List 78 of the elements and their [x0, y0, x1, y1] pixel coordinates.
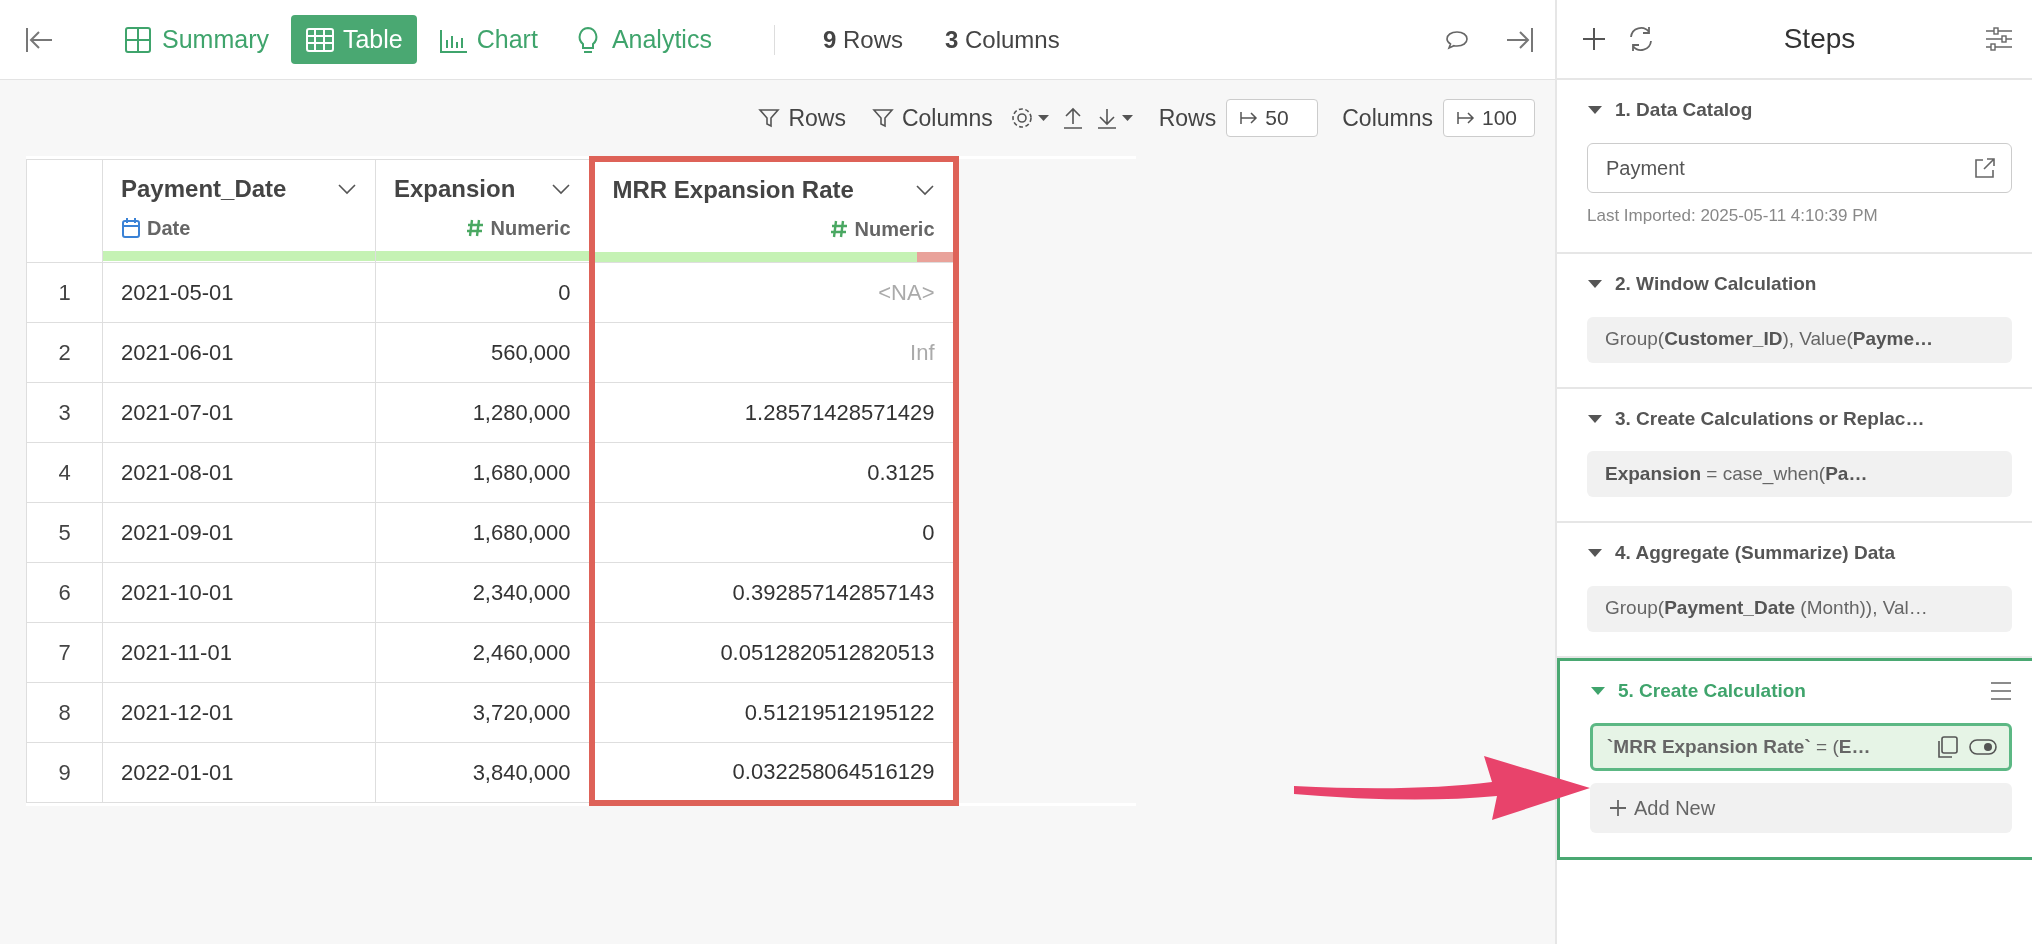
caret-icon[interactable]	[1587, 412, 1603, 425]
step-summary[interactable]: Group(Customer_ID), Value(Payme…	[1587, 316, 2012, 363]
import-note: Last Imported: 2025-05-11 4:10:39 PM	[1587, 204, 1879, 227]
calendar-icon	[121, 216, 141, 239]
filter-icon	[871, 107, 894, 129]
chevron-down-icon[interactable]	[337, 182, 357, 195]
calculation-text: `MRR Expansion Rate` = (E…	[1607, 734, 1872, 759]
step-card[interactable]: 5. Create Calculation `MRR Expansion Rate` = (E… Add New	[1557, 657, 2032, 860]
row-number: 7	[26, 622, 103, 683]
table-icon	[304, 25, 335, 54]
table-cell: 2021-11-01	[102, 622, 376, 683]
step-card[interactable]: 4. Aggregate (Summarize) Data Group(Payment_Date (Month)), Val…	[1557, 523, 2032, 658]
column-header[interactable]: Expansion	[394, 170, 516, 207]
refresh-icon[interactable]	[1627, 25, 1655, 53]
row-number: 6	[26, 562, 103, 623]
filter-button[interactable]: Columns	[863, 96, 1001, 140]
row-number: 9	[26, 742, 103, 803]
arrow-to-bar-icon	[1239, 109, 1260, 127]
step-title: 3. Create Calculations or Replac…	[1615, 406, 1925, 431]
menu-icon[interactable]	[1990, 680, 2012, 701]
filter-button[interactable]: Rows	[750, 96, 854, 140]
table-cell: 2022-01-01	[102, 742, 376, 803]
hash-icon	[830, 219, 849, 239]
chevron-down-icon[interactable]	[550, 182, 571, 195]
limit-field[interactable]: 50	[1226, 99, 1319, 137]
chevron-down-icon[interactable]	[914, 184, 935, 196]
step-title: 4. Aggregate (Summarize) Data	[1615, 541, 1896, 565]
column-type-label: Numeric	[854, 217, 935, 242]
copy-icon[interactable]	[1935, 735, 1959, 759]
table-cell: 2021-06-01	[102, 322, 376, 383]
table-cell: 2021-07-01	[102, 382, 376, 443]
limit-label: Columns	[1342, 103, 1433, 133]
settings-icon[interactable]	[1010, 106, 1051, 130]
plus-icon	[1608, 798, 1628, 818]
table-cell: 2021-08-01	[102, 442, 376, 503]
column-header[interactable]: MRR Expansion Rate	[612, 172, 854, 208]
step-card[interactable]: 1. Data Catalog Payment Last Imported: 2025-05-11 4:10:39 PM	[1557, 80, 2032, 254]
row-number: 1	[26, 262, 103, 323]
row-number: 5	[26, 502, 103, 563]
step-summary[interactable]: Group(Payment_Date (Month)), Val…	[1587, 585, 2012, 632]
column-type-label: Numeric	[490, 215, 571, 241]
sliders-icon[interactable]	[1984, 26, 2014, 52]
source-field[interactable]: Payment	[1587, 142, 2012, 193]
step-summary[interactable]: Expansion = case_when(Pa…	[1587, 451, 2012, 497]
step-card[interactable]: 3. Create Calculations or Replac… Expansion = case_when(Pa…	[1557, 388, 2032, 523]
plus-icon[interactable]	[1581, 26, 1607, 52]
column-header[interactable]: Payment_Date	[121, 170, 287, 207]
add-new-button[interactable]: Add New	[1590, 783, 2012, 833]
toggle-icon[interactable]	[1969, 738, 1997, 756]
limit-field[interactable]: 100	[1443, 99, 1535, 137]
comment-icon[interactable]	[1445, 28, 1469, 51]
hash-icon	[466, 217, 485, 238]
table-cell: 2021-12-01	[102, 682, 376, 743]
row-number: 3	[26, 382, 103, 443]
grid-icon	[124, 25, 154, 54]
step-title: 2. Window Calculation	[1615, 272, 1817, 296]
column-type-label: Date	[147, 215, 191, 241]
collapse-left-icon[interactable]	[24, 25, 54, 54]
external-link-icon	[1973, 155, 1997, 180]
row-number: 2	[26, 322, 103, 383]
filter-icon	[758, 107, 781, 129]
limit-label: Rows	[1158, 103, 1217, 133]
count-label: 9 Rows	[822, 24, 903, 55]
arrow-to-bar-icon	[1456, 109, 1476, 127]
panel-title: Steps	[1782, 22, 1857, 56]
table-cell: 2021-05-01	[102, 262, 376, 323]
caret-icon[interactable]	[1590, 684, 1606, 697]
table-cell: 2021-09-01	[102, 502, 376, 563]
calculation-item[interactable]: `MRR Expansion Rate` = (E…	[1590, 723, 2012, 771]
row-number: 4	[26, 442, 103, 503]
table-cell: 0.032258064516129	[591, 742, 956, 803]
collapse-right-icon[interactable]	[1505, 25, 1535, 54]
step-title: 5. Create Calculation	[1618, 678, 1806, 703]
step-title: 1. Data Catalog	[1615, 98, 1753, 122]
count-label: 3 Columns	[944, 24, 1060, 55]
step-card[interactable]: 2. Window Calculation Group(Customer_ID), Value(Payme…	[1557, 254, 2032, 389]
row-number: 8	[26, 682, 103, 743]
table-cell: 2021-10-01	[102, 562, 376, 623]
